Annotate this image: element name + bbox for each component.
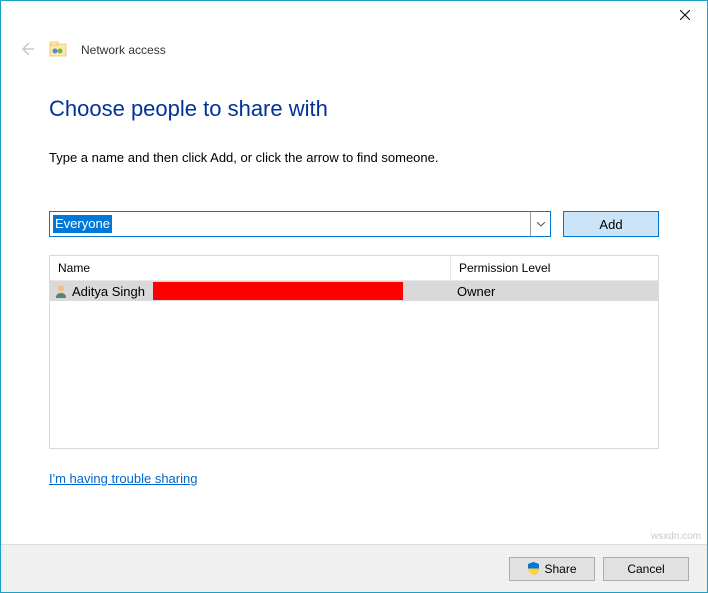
cancel-button-label: Cancel [627, 562, 664, 576]
close-button[interactable] [662, 1, 707, 29]
table-header: Name Permission Level [50, 256, 658, 281]
network-access-icon [49, 41, 67, 59]
watermark: wsxdn.com [651, 531, 701, 542]
cell-permission: Owner [451, 284, 658, 299]
share-button[interactable]: Share [509, 557, 595, 581]
back-arrow-icon [19, 41, 35, 57]
user-input[interactable]: Everyone [50, 212, 530, 236]
footer: Share Cancel [1, 544, 707, 592]
shield-icon [527, 562, 540, 575]
back-button[interactable] [19, 39, 35, 60]
user-icon [54, 284, 68, 298]
column-header-permission[interactable]: Permission Level [451, 256, 658, 280]
titlebar [1, 1, 707, 33]
header-title: Network access [81, 43, 166, 57]
column-header-name[interactable]: Name [50, 256, 451, 280]
page-subtext: Type a name and then click Add, or click… [49, 150, 659, 165]
page-heading: Choose people to share with [49, 96, 659, 122]
user-name: Aditya Singh [72, 284, 145, 299]
user-combobox[interactable]: Everyone [49, 211, 551, 237]
add-user-row: Everyone Add [49, 211, 659, 237]
cancel-button[interactable]: Cancel [603, 557, 689, 581]
share-button-label: Share [544, 562, 576, 576]
table-row[interactable]: Aditya Singh Owner [50, 281, 658, 301]
close-icon [680, 10, 690, 20]
redacted-block [153, 282, 403, 300]
permissions-table: Name Permission Level Aditya Singh Owner [49, 255, 659, 449]
combobox-dropdown-button[interactable] [530, 212, 550, 236]
user-input-selection: Everyone [53, 215, 112, 233]
header-row: Network access [1, 33, 707, 60]
help-link[interactable]: I'm having trouble sharing [49, 471, 197, 486]
add-button[interactable]: Add [563, 211, 659, 237]
chevron-down-icon [537, 222, 545, 227]
content-area: Choose people to share with Type a name … [1, 60, 707, 486]
cell-name: Aditya Singh [50, 282, 451, 300]
